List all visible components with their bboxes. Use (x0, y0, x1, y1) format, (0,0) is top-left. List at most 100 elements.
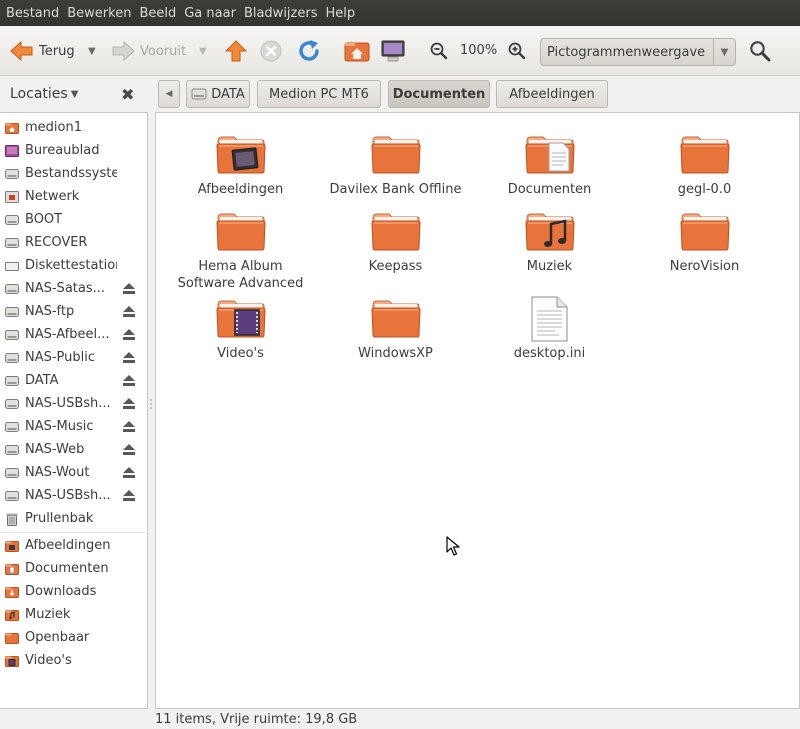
sidebar-item[interactable]: NAS-Wout (0, 461, 146, 484)
harddisk-icon (5, 328, 19, 342)
home-button[interactable] (344, 26, 370, 76)
eject-icon[interactable] (122, 328, 136, 341)
sidebar-item[interactable]: Afbeeldingen (0, 534, 146, 557)
back-history-dropdown[interactable]: ▼ (88, 26, 96, 76)
eject-icon[interactable] (122, 374, 136, 387)
pictures-folder-icon (5, 539, 19, 553)
menu-bewerken[interactable]: Bewerken (67, 6, 131, 21)
menu-bestand[interactable]: Bestand (6, 6, 59, 21)
music-folder-icon (5, 608, 19, 622)
breadcrumb-item-afbeeldingen[interactable]: Afbeeldingen (496, 80, 608, 108)
breadcrumb-label: Documenten (392, 86, 486, 102)
view-mode-value: Pictogrammenweergave (547, 44, 706, 60)
folder-item[interactable]: Davilex Bank Offline (318, 131, 473, 198)
harddisk-icon (5, 213, 19, 227)
eject-icon[interactable] (122, 282, 136, 295)
harddisk-icon (5, 329, 19, 340)
sidebar-item[interactable]: Muziek (0, 603, 146, 626)
stop-button[interactable] (260, 26, 282, 76)
sidebar-item-label: Muziek (25, 607, 71, 622)
eject-icon[interactable] (122, 443, 136, 456)
eject-icon[interactable] (122, 489, 136, 502)
view-mode-select[interactable]: Pictogrammenweergave ▼ (540, 38, 736, 66)
sidebar-item[interactable]: Documenten (0, 557, 146, 580)
computer-button[interactable] (380, 26, 406, 76)
folder-icon (215, 213, 266, 251)
folder-item[interactable]: Video's (163, 295, 318, 362)
folder-icon (370, 136, 421, 174)
sidebar-item-label: Documenten (25, 561, 109, 576)
downloads-folder-icon (5, 586, 19, 598)
folder-icon (370, 208, 421, 256)
search-icon (750, 41, 771, 62)
breadcrumb-item-data[interactable]: DATA (186, 80, 250, 108)
eject-icon[interactable] (122, 305, 136, 318)
sidebar-item[interactable]: Bestandssysteem (0, 162, 146, 185)
sidebar-item[interactable]: NAS-Satas... (0, 277, 146, 300)
pane-resize-grip[interactable] (149, 398, 153, 410)
sidebar-item[interactable]: RECOVER (0, 231, 146, 254)
forward-history-dropdown[interactable]: ▼ (199, 26, 207, 76)
folder-item[interactable]: Hema Album Software Advanced (163, 208, 318, 292)
menu-beeld[interactable]: Beeld (139, 6, 176, 21)
breadcrumb-scroll-left[interactable]: ◀ (158, 80, 180, 108)
menu-ga-naar[interactable]: Ga naar (184, 6, 236, 21)
forward-button[interactable]: Vooruit (111, 26, 186, 76)
up-button[interactable] (224, 26, 248, 76)
eject-icon[interactable] (122, 351, 136, 364)
eject-icon[interactable] (122, 397, 136, 410)
sidebar-item[interactable]: Video's (0, 649, 146, 672)
file-item[interactable]: desktop.ini (472, 295, 627, 362)
menu-bladwijzers[interactable]: Bladwijzers (244, 6, 318, 21)
sidebar-item[interactable]: NAS-Web (0, 438, 146, 461)
sidebar-item[interactable]: DATA (0, 369, 146, 392)
menu-help[interactable]: Help (325, 6, 355, 21)
sidebar-item[interactable]: NAS-Afbeel... (0, 323, 146, 346)
toolbar: Terug ▼ Vooruit ▼ 100% Pictogrammenweerg… (0, 26, 800, 76)
sidebar-item[interactable]: Bureaublad (0, 139, 146, 162)
sidebar-item[interactable]: Prullenbak (0, 507, 146, 530)
computer-icon (381, 40, 405, 62)
sidebar-places-selector[interactable]: Locaties (10, 86, 68, 102)
file-name: Documenten (507, 182, 592, 197)
eject-icon[interactable] (122, 420, 136, 433)
reload-button[interactable] (297, 26, 321, 76)
folder-item[interactable]: Afbeeldingen (163, 131, 318, 198)
search-button[interactable] (749, 26, 771, 76)
folder-item[interactable]: NeroVision (627, 208, 782, 275)
folder-item[interactable]: Keepass (318, 208, 473, 275)
home-icon (5, 122, 19, 134)
back-button[interactable]: Terug (10, 26, 75, 76)
close-sidebar-icon[interactable]: ✖ (121, 85, 134, 104)
sidebar-item[interactable]: NAS-Public (0, 346, 146, 369)
sidebar-item[interactable]: medion1 (0, 116, 146, 139)
eject-icon[interactable] (122, 466, 136, 479)
sidebar-item[interactable]: Diskettestation (0, 254, 146, 277)
breadcrumb-item-medion[interactable]: Medion PC MT6 (257, 80, 381, 108)
sidebar-item-label: NAS-Public (25, 350, 96, 365)
sidebar-item[interactable]: NAS-Music (0, 415, 146, 438)
zoom-in-button[interactable] (508, 26, 526, 76)
file-icon-view[interactable]: Afbeeldingen Davilex Bank Offline Document… (155, 112, 800, 709)
chevron-down-icon[interactable]: ▼ (71, 89, 79, 100)
sidebar-item[interactable]: NAS-USBsh... (0, 484, 146, 507)
breadcrumb-item-documenten[interactable]: Documenten (388, 80, 490, 108)
folder-item[interactable]: Documenten (472, 131, 627, 198)
trash-icon (5, 512, 19, 526)
harddisk-icon (5, 351, 19, 365)
public-folder-icon (5, 631, 19, 645)
sidebar-item[interactable]: Netwerk (0, 185, 146, 208)
folder-item[interactable]: WindowsXP (318, 295, 473, 362)
sidebar-item[interactable]: NAS-USBsh... (0, 392, 146, 415)
folder-item[interactable]: Muziek (472, 208, 627, 275)
sidebar-item-label: NAS-Wout (25, 465, 90, 480)
zoom-out-button[interactable] (430, 26, 448, 76)
text-file-icon (531, 296, 567, 342)
sidebar-item[interactable]: Downloads (0, 580, 146, 603)
folder-item[interactable]: gegl-0.0 (627, 131, 782, 198)
home-folder-icon (344, 42, 370, 62)
sidebar-item[interactable]: Openbaar (0, 626, 146, 649)
sidebar-item[interactable]: BOOT (0, 208, 146, 231)
sidebar-item[interactable]: NAS-ftp (0, 300, 146, 323)
harddisk-icon (5, 305, 19, 319)
